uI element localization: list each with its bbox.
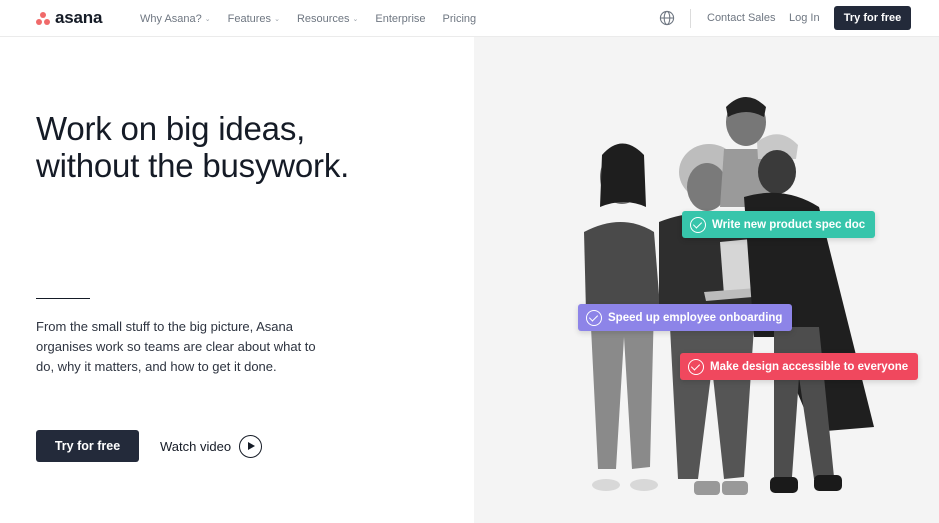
nav-try-free-button[interactable]: Try for free (834, 6, 911, 30)
headline-line-1: Work on big ideas, (36, 110, 306, 147)
nav-resources[interactable]: Resources ⌄ (297, 13, 358, 25)
asana-logo[interactable]: asana (36, 8, 102, 28)
hero-try-free-button[interactable]: Try for free (36, 430, 139, 462)
nav-features-label: Features (227, 12, 272, 25)
nav-features[interactable]: Features ⌄ (228, 13, 280, 25)
nav-enterprise-label: Enterprise (375, 12, 426, 25)
task-pill-onboarding: Speed up employee onboarding (578, 304, 793, 331)
task-label: Speed up employee onboarding (608, 311, 783, 324)
nav-pricing[interactable]: Pricing (443, 13, 477, 25)
task-pill-spec-doc: Write new product spec doc (682, 211, 876, 238)
nav-why-asana[interactable]: Why Asana? ⌄ (140, 13, 211, 25)
contact-sales-link[interactable]: Contact Sales (707, 12, 775, 24)
hero-headline: Work on big ideas, without the busywork. (36, 110, 456, 184)
brand-name: asana (55, 8, 103, 27)
hero-image (474, 37, 939, 523)
hero-description: From the small stuff to the big picture,… (36, 319, 316, 374)
nav-links: Why Asana? ⌄ Features ⌄ Resources ⌄ Ente… (140, 0, 476, 37)
nav-resources-label: Resources (296, 12, 350, 25)
chevron-down-icon: ⌄ (352, 15, 359, 23)
watch-video-button[interactable]: Watch video (160, 435, 263, 458)
divider-rule (36, 298, 90, 299)
watch-video-label: Watch video (160, 439, 232, 454)
chevron-down-icon: ⌄ (274, 15, 280, 23)
nav-pricing-label: Pricing (442, 12, 477, 25)
nav-why-asana-label: Why Asana? (140, 12, 202, 25)
check-circle-icon (688, 358, 704, 375)
headline-line-2: without the busywork. (36, 147, 350, 184)
check-circle-icon (690, 216, 706, 233)
task-label: Write new product spec doc (712, 218, 866, 231)
check-circle-icon (586, 309, 602, 326)
nav-enterprise[interactable]: Enterprise (375, 13, 425, 25)
asana-logo-icon (36, 11, 50, 25)
task-pill-accessible-design: Make design accessible to everyone (680, 353, 919, 380)
team-photo-illustration (584, 97, 874, 495)
globe-icon[interactable] (659, 10, 675, 26)
nav-divider (690, 9, 691, 28)
login-link[interactable]: Log In (789, 12, 820, 24)
chevron-down-icon: ⌄ (204, 15, 211, 23)
top-navbar: asana Why Asana? ⌄ Features ⌄ Resources … (0, 0, 939, 37)
task-label: Make design accessible to everyone (710, 360, 909, 373)
play-icon (239, 435, 263, 458)
